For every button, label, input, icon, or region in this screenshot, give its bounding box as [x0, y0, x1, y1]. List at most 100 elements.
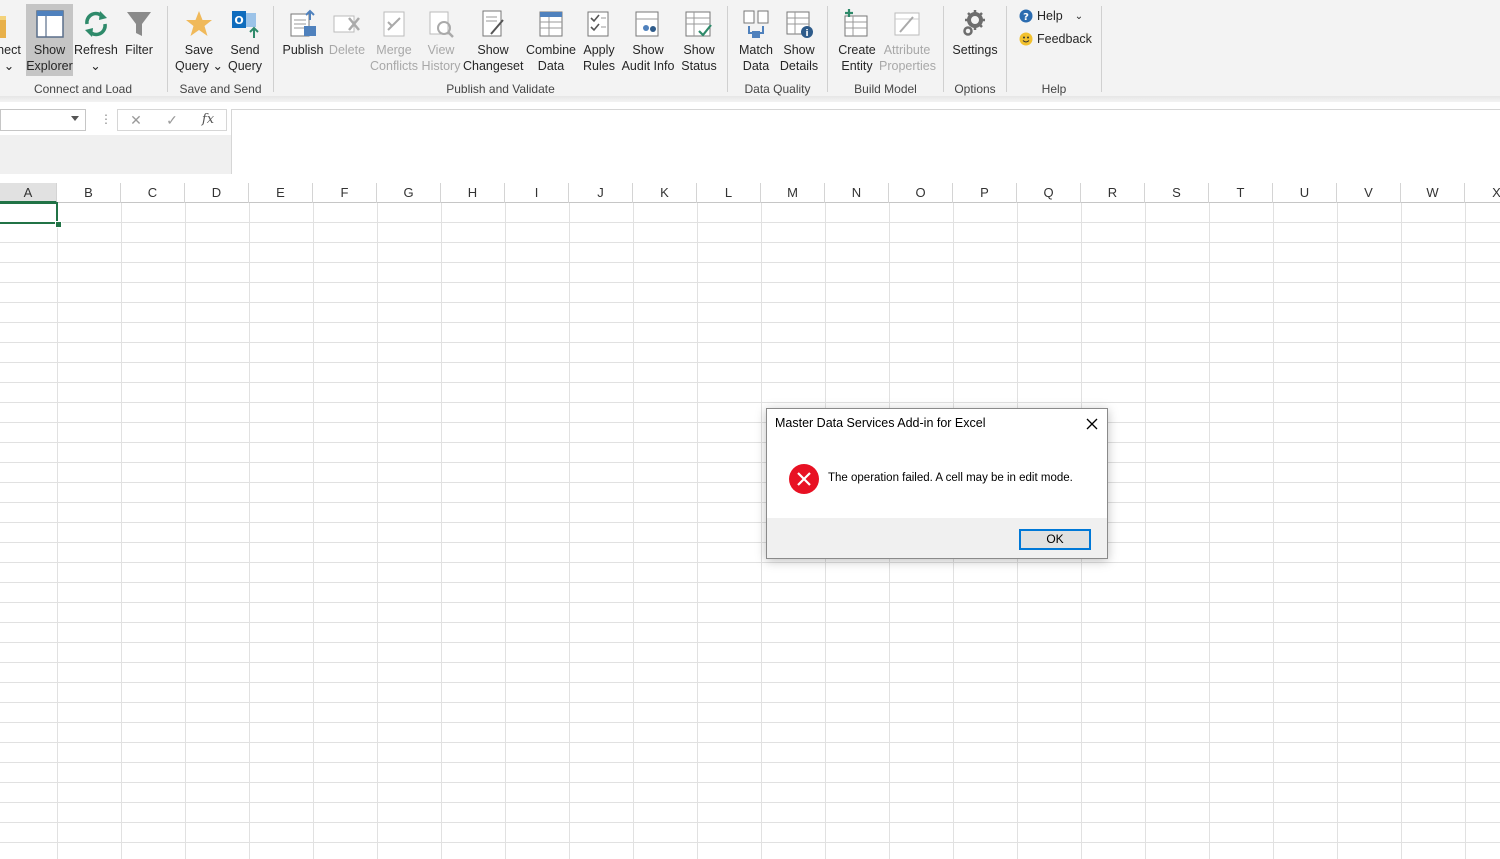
column-header-j[interactable]: J: [569, 183, 633, 203]
separator: [167, 6, 168, 92]
merge-conflicts-button[interactable]: Merge Conflicts: [368, 4, 420, 76]
match-data-label-1: Match: [738, 43, 774, 57]
column-header-u[interactable]: U: [1273, 183, 1337, 203]
smiley-icon: [1019, 32, 1033, 46]
show-details-label-1: Show: [783, 43, 815, 57]
show-explorer-label-1: Show: [33, 43, 66, 57]
column-header-e[interactable]: E: [249, 183, 313, 203]
column-header-i[interactable]: I: [505, 183, 569, 203]
audit-info-icon: [635, 11, 659, 37]
column-header-b[interactable]: B: [57, 183, 121, 203]
show-audit-info-label-1: Show: [632, 43, 664, 57]
show-explorer-button[interactable]: Show Explorer: [26, 4, 73, 76]
send-query-label-1: Send: [230, 43, 260, 57]
active-cell[interactable]: [0, 202, 58, 224]
show-details-button[interactable]: i Show Details: [778, 4, 820, 76]
column-header-k[interactable]: K: [633, 183, 697, 203]
save-query-label-1: Save: [184, 43, 214, 57]
send-query-button[interactable]: O Send Query: [224, 4, 266, 76]
send-query-label-2: Query: [227, 59, 263, 73]
connect-button[interactable]: nect ⌄: [0, 4, 24, 76]
show-changeset-button[interactable]: Show Changeset: [463, 4, 523, 76]
gear-icon: [963, 10, 985, 36]
refresh-dropdown-icon[interactable]: ⌄: [74, 58, 117, 74]
create-entity-icon: [844, 9, 868, 37]
group-options: Options: [954, 82, 996, 96]
attribute-properties-icon: [894, 12, 920, 36]
match-data-icon: [743, 10, 769, 38]
group-data-quality: Data Quality: [744, 82, 811, 96]
feedback-label: Feedback: [1037, 32, 1092, 46]
svg-text:O: O: [234, 14, 243, 27]
apply-rules-icon: [587, 11, 609, 37]
show-changeset-label-2: Changeset: [463, 59, 524, 73]
show-audit-info-label-2: Audit Info: [621, 59, 675, 73]
view-history-button[interactable]: View History: [420, 4, 462, 76]
help-button[interactable]: ? Help ⌄: [1019, 7, 1083, 25]
column-header-x[interactable]: X: [1465, 183, 1500, 203]
feedback-button[interactable]: Feedback: [1019, 30, 1092, 48]
group-build-model: Build Model: [854, 82, 917, 96]
svg-text:i: i: [805, 29, 808, 39]
show-status-button[interactable]: Show Status: [677, 4, 721, 76]
help-dropdown-icon[interactable]: ⌄: [1075, 11, 1083, 22]
worksheet-grid[interactable]: [0, 203, 1500, 859]
column-headers: ABCDEFGHIJKLMNOPQRSTUVWX: [0, 183, 1500, 203]
outlook-icon: O: [232, 11, 259, 38]
attribute-properties-button[interactable]: Attribute Properties: [879, 4, 936, 76]
view-history-label-2: History: [421, 59, 461, 73]
publish-label: Publish: [282, 43, 324, 57]
column-header-g[interactable]: G: [377, 183, 441, 203]
save-query-button[interactable]: Save Query ⌄: [174, 4, 224, 76]
name-box-dropdown-icon[interactable]: [71, 116, 79, 121]
delete-button[interactable]: Delete: [326, 4, 368, 76]
column-header-n[interactable]: N: [825, 183, 889, 203]
column-header-t[interactable]: T: [1209, 183, 1273, 203]
formula-bar-splitter[interactable]: ⋮: [100, 112, 112, 126]
apply-rules-label-2: Rules: [583, 59, 615, 73]
error-icon: [789, 464, 819, 494]
show-audit-info-button[interactable]: Show Audit Info: [620, 4, 676, 76]
match-data-button[interactable]: Match Data: [734, 4, 778, 76]
refresh-button[interactable]: Refresh ⌄: [74, 4, 118, 76]
group-save-send: Save and Send: [179, 82, 262, 96]
cancel-icon[interactable]: ✕: [126, 110, 146, 130]
filter-label: Filter: [125, 43, 153, 57]
column-header-a[interactable]: A: [0, 183, 57, 203]
column-header-p[interactable]: P: [953, 183, 1017, 203]
column-header-w[interactable]: W: [1401, 183, 1465, 203]
filter-button[interactable]: Filter: [119, 4, 159, 76]
settings-button[interactable]: Settings: [950, 4, 1000, 76]
column-header-c[interactable]: C: [121, 183, 185, 203]
enter-icon[interactable]: ✓: [162, 110, 182, 130]
separator: [273, 6, 274, 92]
column-header-r[interactable]: R: [1081, 183, 1145, 203]
ok-button[interactable]: OK: [1019, 529, 1091, 550]
combine-data-button[interactable]: Combine Data: [524, 4, 578, 76]
column-header-s[interactable]: S: [1145, 183, 1209, 203]
separator: [1101, 6, 1102, 92]
combine-data-label-1: Combine: [525, 43, 577, 57]
separator: [727, 6, 728, 92]
create-entity-button[interactable]: Create Entity: [835, 4, 879, 76]
fill-handle[interactable]: [55, 221, 62, 228]
dialog-title: Master Data Services Add-in for Excel: [775, 416, 986, 430]
star-icon: [186, 11, 212, 36]
column-header-h[interactable]: H: [441, 183, 505, 203]
column-header-q[interactable]: Q: [1017, 183, 1081, 203]
combine-data-label-2: Data: [537, 59, 565, 73]
apply-rules-button[interactable]: Apply Rules: [578, 4, 620, 76]
separator: [1006, 6, 1007, 92]
column-header-m[interactable]: M: [761, 183, 825, 203]
show-status-label-2: Status: [681, 59, 717, 73]
close-icon[interactable]: [1083, 415, 1101, 433]
column-header-f[interactable]: F: [313, 183, 377, 203]
column-header-l[interactable]: L: [697, 183, 761, 203]
formula-input[interactable]: [231, 109, 1500, 174]
column-header-d[interactable]: D: [185, 183, 249, 203]
publish-button[interactable]: Publish: [281, 4, 325, 76]
insert-function-icon[interactable]: fx: [198, 110, 218, 130]
show-explorer-label-2: Explorer: [26, 59, 73, 73]
column-header-o[interactable]: O: [889, 183, 953, 203]
column-header-v[interactable]: V: [1337, 183, 1401, 203]
